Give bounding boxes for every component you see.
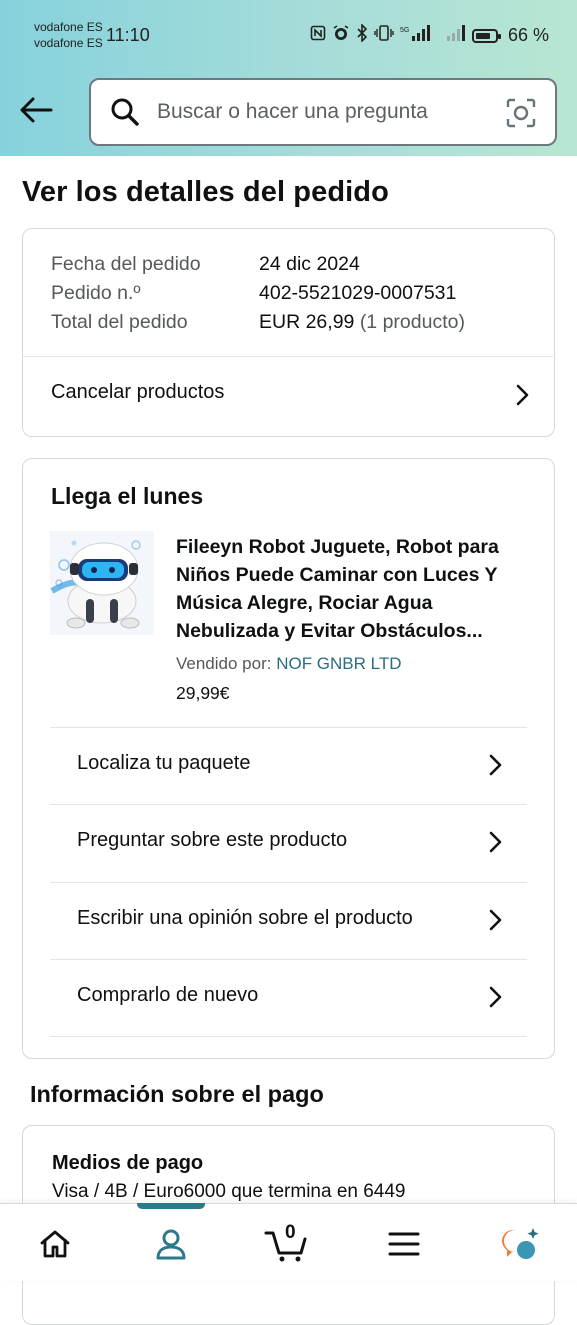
chevron-right-icon — [516, 384, 529, 406]
page-title: Ver los detalles del pedido — [22, 176, 389, 208]
product-title[interactable]: Fileeyn Robot Juguete, Robot para Niños … — [176, 533, 536, 645]
shipment-card: Llega el lunes Fileeyn Robot Juguete, Ro… — [22, 458, 555, 1059]
buy-again-label: Comprarlo de nuevo — [77, 984, 259, 1006]
signal-5g-icon: 5G — [400, 24, 430, 47]
seller-info: Vendido por: NOF GNBR LTD — [176, 654, 402, 674]
status-time: 11:10 — [106, 25, 150, 45]
bluetooth-icon — [356, 23, 368, 47]
nfc-icon — [310, 25, 326, 46]
divider — [50, 1036, 527, 1037]
write-review-link[interactable]: Escribir una opinión sobre el producto — [50, 883, 527, 959]
product-image[interactable] — [50, 531, 154, 635]
account-icon — [156, 1229, 186, 1260]
payment-section-title: Información sobre el pago — [30, 1081, 324, 1107]
order-date-label: Fecha del pedido — [51, 253, 201, 275]
svg-text:5G: 5G — [400, 27, 409, 34]
delivery-heading: Llega el lunes — [51, 483, 204, 509]
signal-2-icon — [446, 24, 466, 47]
track-package-link[interactable]: Localiza tu paquete — [50, 728, 527, 804]
carrier-2: vodafone ES — [34, 36, 103, 50]
active-tab-indicator — [137, 1203, 205, 1209]
nav-menu[interactable] — [374, 1216, 434, 1272]
chevron-right-icon — [489, 831, 502, 853]
carrier-1: vodafone ES — [34, 20, 103, 34]
buy-again-link[interactable]: Comprarlo de nuevo — [50, 960, 527, 1036]
write-review-label: Escribir una opinión sobre el producto — [77, 907, 413, 929]
cancel-products-link[interactable]: Cancelar productos — [23, 357, 553, 436]
order-total-label: Total del pedido — [51, 311, 188, 333]
product-price: 29,99€ — [176, 683, 230, 703]
order-summary-card: Fecha del pedido 24 dic 2024 Pedido n.º … — [22, 228, 555, 437]
ask-product-question-label: Preguntar sobre este producto — [77, 829, 348, 851]
battery-icon — [472, 28, 501, 43]
vibrate-icon — [374, 24, 394, 47]
home-icon — [40, 1230, 70, 1258]
track-package-label: Localiza tu paquete — [77, 752, 251, 774]
bottom-navigation: 0 — [0, 1203, 577, 1281]
chevron-right-icon — [489, 909, 502, 931]
cart-count: 0 — [285, 1222, 296, 1243]
order-total-value: EUR 26,99 (1 producto) — [259, 311, 465, 334]
payment-methods-label: Medios de pago — [52, 1152, 204, 1174]
app-header: vodafone ES vodafone ES 11:10 5G 66 % — [0, 0, 577, 156]
back-arrow-icon — [20, 97, 53, 123]
chevron-right-icon — [489, 754, 502, 776]
order-number-row: Pedido n.º 402-5521029-0007531 — [51, 282, 456, 305]
search-bar[interactable] — [89, 78, 557, 146]
camera-icon[interactable] — [505, 97, 537, 129]
order-date-value: 24 dic 2024 — [259, 253, 360, 275]
battery-percent: 66 % — [508, 25, 550, 45]
status-icons: 5G 66 % — [310, 23, 550, 47]
payment-methods-value: Visa / 4B / Euro6000 que termina en 6449 — [52, 1181, 406, 1202]
order-number-label: Pedido n.º — [51, 282, 141, 304]
nav-cart[interactable]: 0 — [257, 1216, 317, 1272]
search-icon — [109, 96, 141, 128]
order-date-row: Fecha del pedido 24 dic 2024 — [51, 253, 360, 276]
nav-rufus[interactable] — [490, 1216, 550, 1272]
status-carrier: vodafone ES vodafone ES — [34, 19, 103, 51]
rufus-ai-icon — [502, 1228, 539, 1259]
order-number-value: 402-5521029-0007531 — [259, 282, 457, 304]
nav-home[interactable] — [25, 1216, 85, 1272]
back-button[interactable] — [16, 90, 56, 130]
cancel-products-label: Cancelar productos — [51, 381, 225, 403]
ask-product-question-link[interactable]: Preguntar sobre este producto — [50, 805, 527, 881]
order-item-count: (1 producto) — [359, 311, 465, 333]
seller-label: Vendido por: — [176, 654, 272, 673]
alarm-icon — [332, 24, 350, 47]
seller-link[interactable]: NOF GNBR LTD — [276, 654, 401, 673]
order-total-row: Total del pedido EUR 26,99 (1 producto) — [51, 311, 465, 334]
search-input[interactable] — [155, 99, 489, 125]
order-total-amount: EUR 26,99 — [259, 311, 355, 333]
menu-icon — [388, 1232, 420, 1256]
nav-account[interactable] — [141, 1216, 201, 1272]
chevron-right-icon — [489, 986, 502, 1008]
